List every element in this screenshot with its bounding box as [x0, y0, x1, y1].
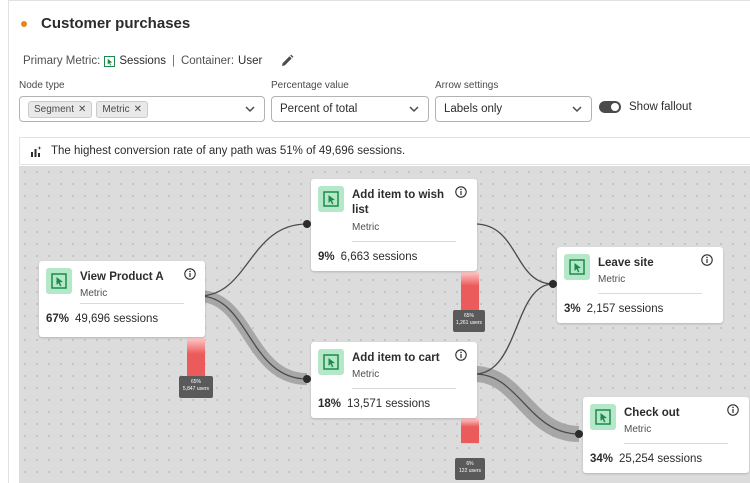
node-type: Metric [598, 274, 626, 285]
edit-pencil-icon[interactable] [280, 54, 294, 68]
show-fallout-control[interactable]: Show fallout [599, 101, 692, 113]
metric-icon [104, 55, 116, 67]
node-divider [352, 241, 456, 242]
info-icon[interactable] [455, 349, 467, 361]
node-leave-site[interactable]: Leave site Metric 3% 2,157 sessions [557, 247, 723, 323]
node-add-to-cart[interactable]: Add item to cart Metric 18% 13,571 sessio… [311, 342, 477, 418]
percentage-value-select[interactable]: Percent of total [271, 96, 429, 122]
fallout-label-add-to-cart[interactable]: 6% 122 users [455, 458, 485, 480]
tag-metric: Metric ✕ [96, 100, 149, 118]
node-type: Metric [80, 288, 108, 299]
info-icon[interactable] [455, 186, 467, 198]
remove-metric-icon[interactable]: ✕ [134, 104, 142, 115]
insight-bar: The highest conversion rate of any path … [19, 137, 750, 165]
node-divider [352, 388, 456, 389]
fallout-bar-2 [461, 418, 479, 444]
metric-row: Primary Metric: Sessions | Container: Us… [23, 54, 294, 68]
fallout-bar-1 [461, 271, 479, 313]
node-stat: 34% 25,254 sessions [590, 453, 703, 465]
node-name: Add item to cart [352, 352, 440, 364]
node-check-out[interactable]: Check out Metric 34% 25,254 sessions [583, 397, 749, 473]
arrow-settings-select[interactable]: Labels only [435, 96, 592, 122]
node-stat: 67% 49,696 sessions [46, 313, 159, 325]
chevron-down-icon[interactable] [245, 105, 255, 113]
info-icon[interactable] [727, 404, 739, 416]
node-divider [598, 293, 702, 294]
percentage-value-label: Percentage value [271, 80, 349, 91]
info-icon[interactable] [184, 268, 196, 280]
node-name: Leave site [598, 257, 654, 269]
node-divider [80, 303, 184, 304]
percentage-value-selected: Percent of total [280, 103, 358, 115]
node-type-label: Node type [19, 80, 65, 91]
node-name: View Product A [80, 271, 164, 283]
container-value[interactable]: User [238, 55, 262, 67]
fallout-label-wish-list[interactable]: 65% 1,261 users [453, 310, 485, 332]
flow-canvas[interactable]: 65% 5,847 users 65% 1,261 users 6% 122 u… [19, 166, 750, 483]
node-type: Metric [624, 424, 652, 435]
metric-node-icon [590, 404, 616, 430]
show-fallout-toggle[interactable] [599, 101, 621, 113]
node-name: Check out [624, 407, 680, 419]
node-type: Metric [352, 222, 380, 233]
tag-segment: Segment ✕ [28, 100, 93, 118]
container-label: Container: [180, 55, 235, 67]
metric-separator: | [171, 55, 175, 67]
chevron-down-icon[interactable] [409, 105, 419, 113]
metric-node-icon [318, 186, 344, 212]
insight-text: The highest conversion rate of any path … [51, 145, 406, 157]
panel-header: Customer purchases [21, 15, 190, 32]
metric-node-icon [318, 349, 344, 375]
info-icon[interactable] [701, 254, 713, 266]
show-fallout-label: Show fallout [629, 101, 692, 113]
metric-node-icon [564, 254, 590, 280]
status-dot-icon [21, 20, 27, 27]
primary-metric-label: Primary Metric: [23, 55, 101, 67]
insight-icon [31, 145, 42, 157]
node-stat: 9% 6,663 sessions [318, 251, 418, 263]
node-type: Metric [352, 369, 380, 380]
remove-segment-icon[interactable]: ✕ [78, 104, 86, 115]
node-add-to-wish-list[interactable]: Add item to wish list Metric 9% 6,663 ses… [311, 179, 477, 271]
node-name: Add item to wish list [352, 189, 444, 216]
fallout-panel: Customer purchases Primary Metric: Sessi… [8, 0, 750, 483]
node-divider [624, 443, 728, 444]
metric-node-icon [46, 268, 72, 294]
arrow-settings-label: Arrow settings [435, 80, 499, 91]
fallout-label-view-product[interactable]: 65% 5,847 users [179, 376, 213, 398]
chevron-down-icon[interactable] [572, 105, 582, 113]
arrow-settings-selected: Labels only [444, 103, 503, 115]
node-view-product-a[interactable]: View Product A Metric 67% 49,696 sessions [39, 261, 205, 337]
node-stat: 18% 13,571 sessions [318, 398, 431, 410]
primary-metric-value[interactable]: Sessions [119, 55, 166, 67]
panel-title: Customer purchases [41, 15, 191, 32]
node-type-select[interactable]: Segment ✕ Metric ✕ [19, 96, 265, 122]
node-stat: 3% 2,157 sessions [564, 303, 664, 315]
